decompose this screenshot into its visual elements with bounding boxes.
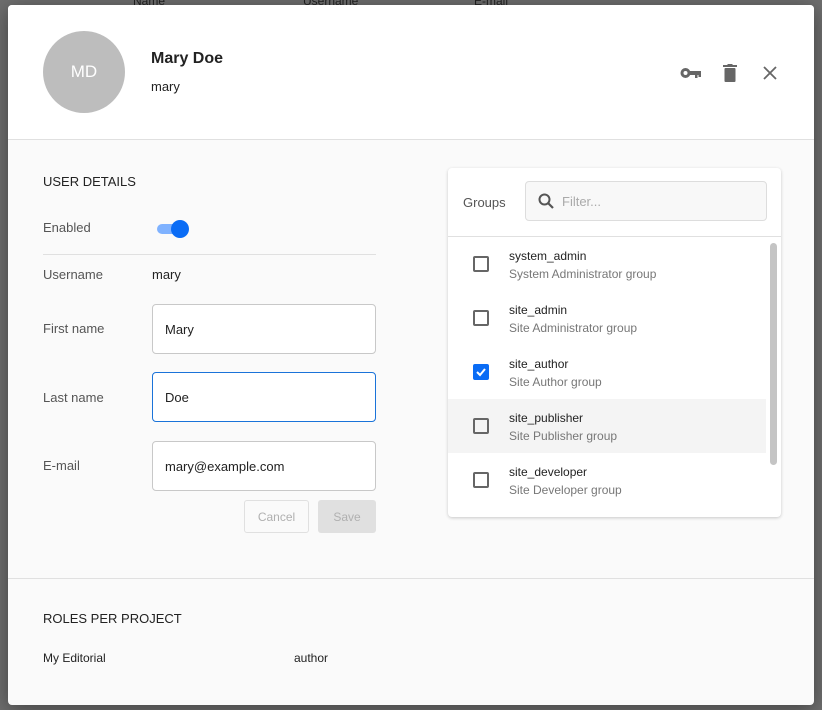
delete-button[interactable]: [718, 61, 742, 85]
divider: [43, 254, 376, 255]
close-button[interactable]: [758, 61, 782, 85]
save-button[interactable]: Save: [318, 500, 376, 533]
last-name-input[interactable]: [152, 372, 376, 422]
username-label: Username: [43, 267, 103, 282]
reset-password-button[interactable]: [679, 61, 703, 85]
groups-scrollbar[interactable]: [770, 243, 777, 465]
groups-panel: Groups system_admin System Administrator …: [448, 168, 781, 517]
username-value: mary: [152, 267, 181, 282]
group-description: Site Publisher group: [509, 429, 618, 443]
user-dialog: MD Mary Doe mary USER DETAILS Enabled Us…: [8, 5, 814, 705]
group-name: site_publisher: [509, 411, 584, 425]
checkbox-checked[interactable]: [473, 364, 489, 380]
avatar: MD: [43, 31, 125, 113]
email-label: E-mail: [43, 458, 80, 473]
checkbox[interactable]: [473, 418, 489, 434]
roles-title: ROLES PER PROJECT: [43, 611, 182, 626]
group-description: Site Developer group: [509, 483, 622, 497]
user-full-name: Mary Doe: [151, 50, 224, 67]
group-name: system_admin: [509, 249, 587, 263]
user-details-title: USER DETAILS: [43, 174, 136, 189]
checkbox[interactable]: [473, 310, 489, 326]
group-item[interactable]: site_admin Site Administrator group: [448, 291, 766, 345]
group-item[interactable]: system_admin System Administrator group: [448, 237, 766, 291]
groups-filter-input[interactable]: [562, 182, 762, 220]
group-description: Site Administrator group: [509, 321, 638, 335]
check-icon: [476, 368, 486, 377]
key-icon: [680, 68, 701, 78]
groups-list: system_admin System Administrator group s…: [448, 236, 781, 507]
dialog-header: MD Mary Doe mary: [8, 5, 814, 140]
role-value: author: [294, 651, 329, 665]
groups-filter[interactable]: [525, 181, 767, 221]
group-description: Site Author group: [509, 375, 602, 389]
first-name-input[interactable]: [152, 304, 376, 354]
role-project: My Editorial: [43, 651, 106, 665]
group-name: site_author: [509, 357, 569, 371]
checkbox[interactable]: [473, 256, 489, 272]
group-item[interactable]: site_publisher Site Publisher group: [448, 399, 766, 453]
group-description: System Administrator group: [509, 267, 657, 281]
enabled-label: Enabled: [43, 220, 91, 235]
checkbox[interactable]: [473, 472, 489, 488]
email-input[interactable]: [152, 441, 376, 491]
first-name-label: First name: [43, 321, 105, 336]
group-item[interactable]: site_author Site Author group: [448, 345, 766, 399]
cancel-button[interactable]: Cancel: [244, 500, 309, 533]
group-item[interactable]: site_developer Site Developer group: [448, 453, 766, 507]
search-icon: [538, 193, 554, 209]
group-name: site_admin: [509, 303, 568, 317]
section-divider: [8, 578, 814, 579]
user-username: mary: [151, 79, 180, 94]
close-icon: [763, 66, 777, 80]
enabled-toggle[interactable]: [155, 220, 191, 238]
last-name-label: Last name: [43, 390, 104, 405]
trash-icon: [723, 64, 737, 82]
groups-title: Groups: [463, 195, 506, 210]
group-name: site_developer: [509, 465, 588, 479]
